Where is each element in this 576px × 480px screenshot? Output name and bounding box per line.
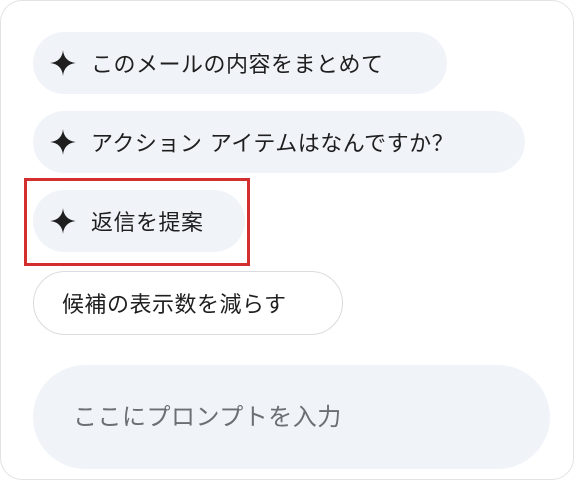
suggestion-chip-summarize[interactable]: このメールの内容をまとめて <box>33 32 447 94</box>
highlight-box <box>24 178 250 266</box>
suggestion-label: アクション アイテムはなんですか？ <box>91 132 455 157</box>
suggestions-panel: このメールの内容をまとめて アクション アイテムはなんですか？ 返信を提案 候補… <box>0 0 574 480</box>
sparkle-icon <box>49 128 77 156</box>
prompt-box <box>33 365 550 469</box>
suggestion-chip-action-items[interactable]: アクション アイテムはなんですか？ <box>33 111 525 173</box>
show-fewer-label: 候補の表示数を減らす <box>62 293 287 318</box>
show-fewer-suggestions-button[interactable]: 候補の表示数を減らす <box>33 271 343 335</box>
suggestion-label: このメールの内容をまとめて <box>91 53 384 78</box>
sparkle-icon <box>49 49 77 77</box>
prompt-input[interactable] <box>71 402 515 432</box>
